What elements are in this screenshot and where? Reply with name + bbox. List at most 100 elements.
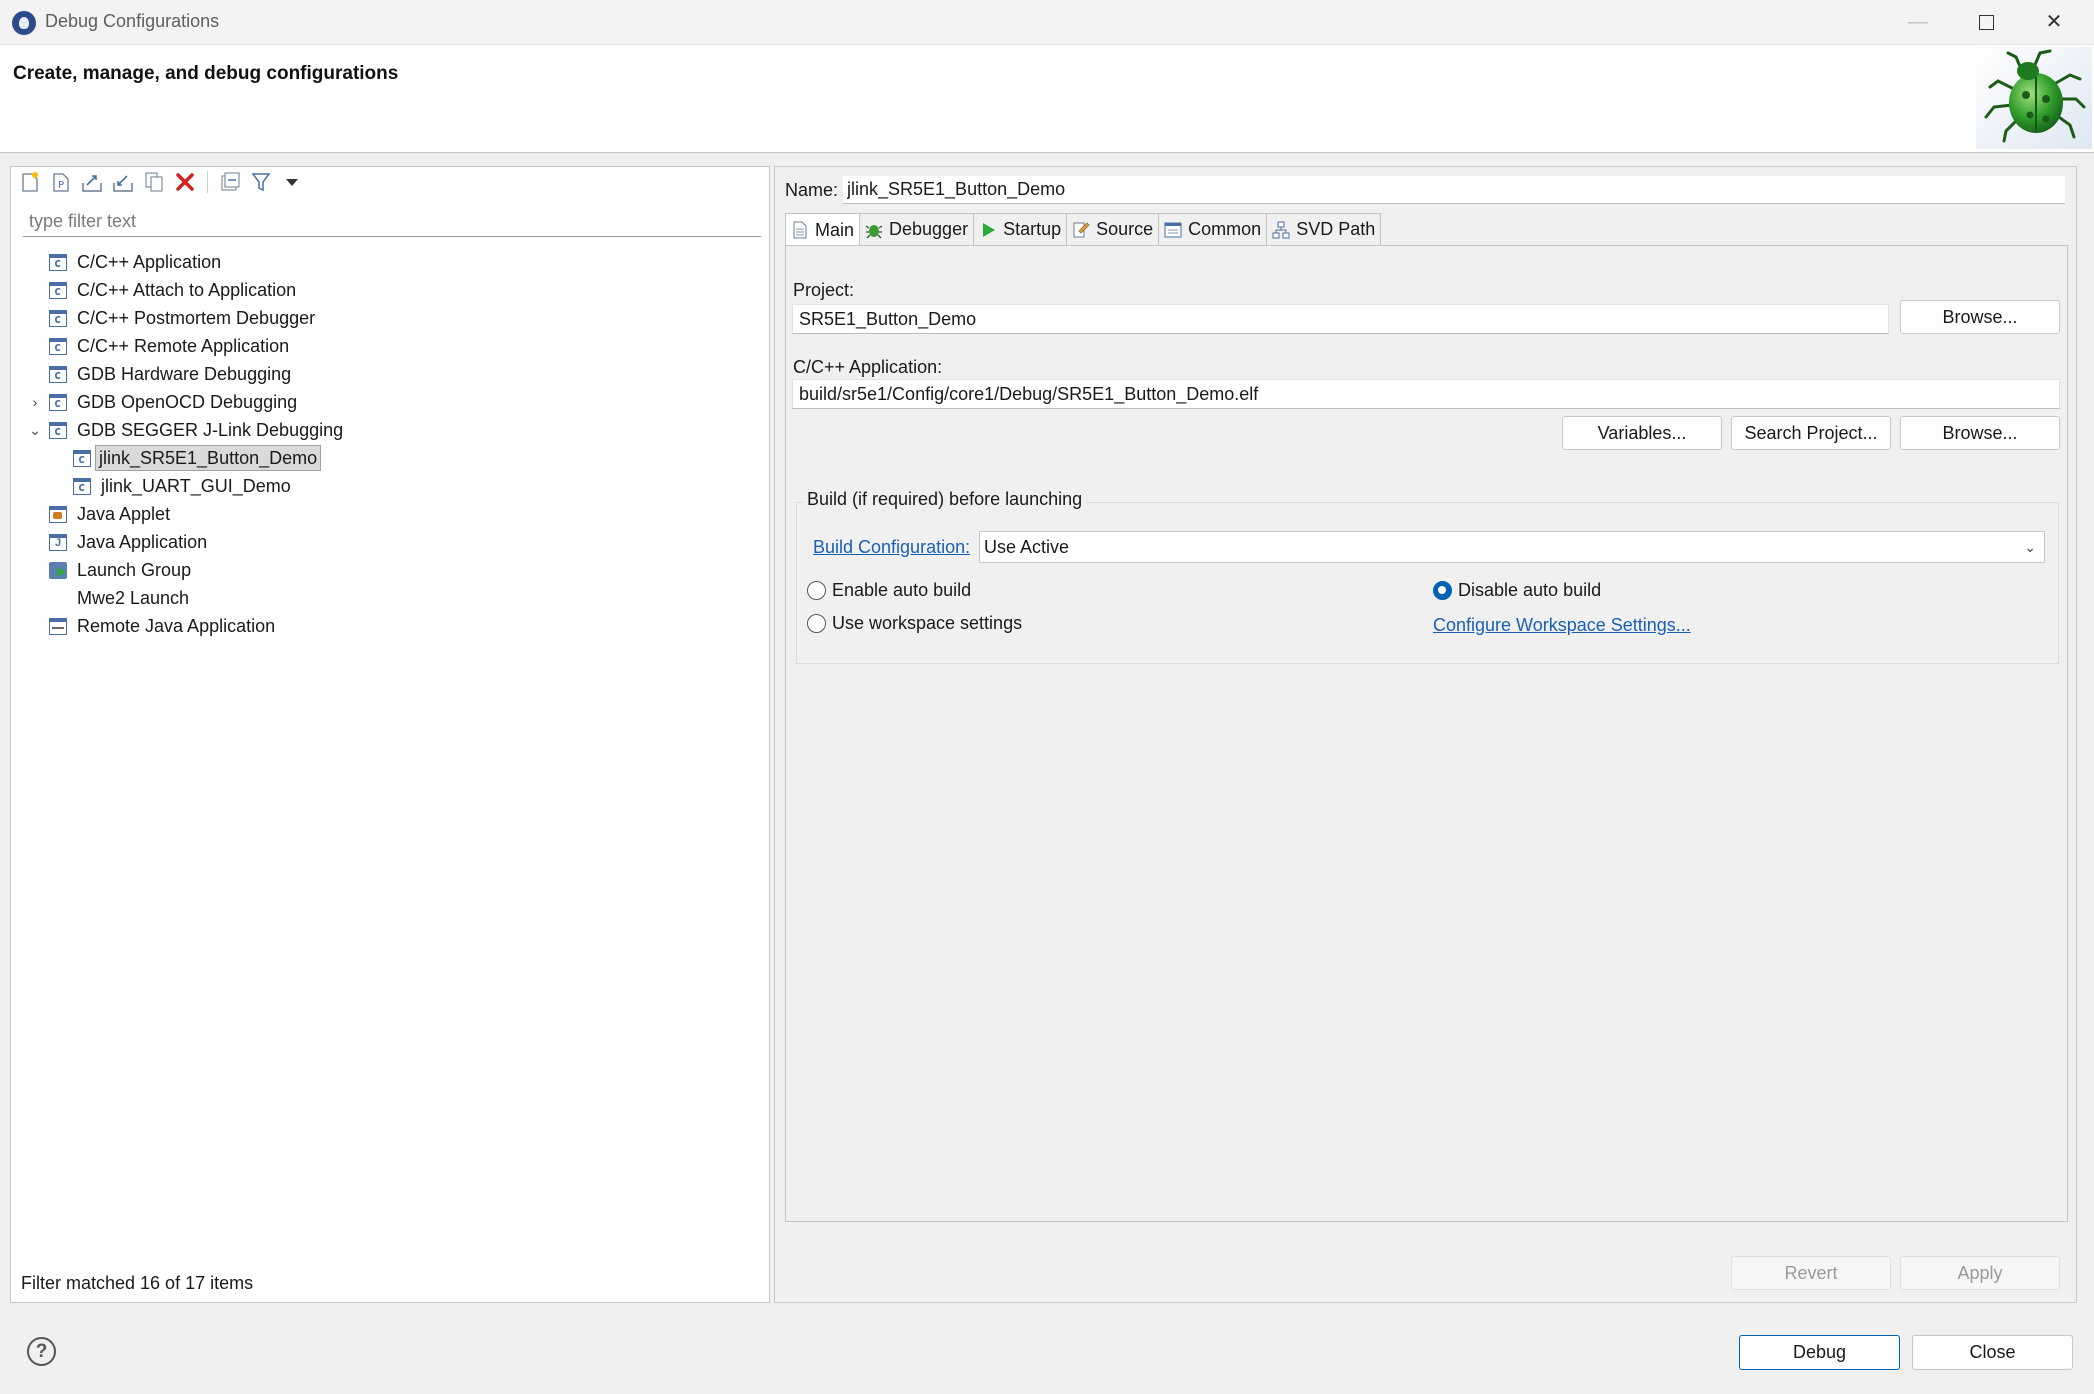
tree-item-label: GDB Hardware Debugging [77, 364, 292, 384]
export-button[interactable] [79, 169, 105, 195]
revert-button[interactable]: Revert [1731, 1256, 1891, 1290]
tree-item-label: jlink_UART_GUI_Demo [101, 476, 291, 496]
chevron-down-icon[interactable]: ⌄ [27, 416, 43, 444]
new-prototype-button[interactable]: P [48, 169, 74, 195]
radio-label: Use workspace settings [832, 613, 1023, 633]
project-label: Project: [793, 280, 855, 300]
help-button[interactable]: ? [27, 1337, 56, 1366]
tree-item-label: Java Applet [77, 504, 171, 524]
tab-common[interactable]: Common [1158, 213, 1268, 245]
banner-title: Create, manage, and debug configurations [13, 63, 399, 84]
name-label: Name: [785, 180, 839, 200]
maximize-button[interactable] [1952, 0, 2020, 45]
tree-item-gdb-hardware[interactable]: GDB Hardware Debugging [11, 360, 769, 388]
project-field[interactable]: SR5E1_Button_Demo [792, 304, 1889, 334]
tree-item-java-applet[interactable]: Java Applet [11, 500, 769, 528]
debugger-tab-icon [865, 224, 883, 238]
cpp-application-field[interactable]: build/sr5e1/Config/core1/Debug/SR5E1_But… [792, 379, 2060, 409]
configure-workspace-settings-link[interactable]: Configure Workspace Settings... [1433, 615, 1691, 636]
svd-path-tab-icon [1272, 221, 1290, 238]
tab-startup[interactable]: Startup [973, 213, 1068, 245]
tree-item-jlink-uart-gui-demo[interactable]: jlink_UART_GUI_Demo [11, 472, 769, 500]
source-tab-icon [1073, 221, 1090, 237]
dialog-banner: Create, manage, and debug configurations [0, 45, 2094, 153]
tree-item-cpp-attach[interactable]: C/C++ Attach to Application [11, 276, 769, 304]
tree-item-cpp-application[interactable]: C/C++ Application [11, 248, 769, 276]
java-applet-icon [49, 506, 67, 523]
radio-label: Enable auto build [832, 580, 972, 600]
tab-label: Common [1188, 219, 1262, 239]
view-menu-button[interactable] [279, 169, 305, 195]
tree-item-java-application[interactable]: Java Application [11, 528, 769, 556]
build-before-launch-group: Build (if required) before launching Bui… [796, 489, 2059, 664]
export-icon [82, 175, 102, 192]
use-workspace-settings-radio[interactable]: Use workspace settings [807, 613, 1022, 634]
tree-item-gdb-segger-jlink[interactable]: ⌄ GDB SEGGER J-Link Debugging [11, 416, 769, 444]
cpp-config-icon [49, 282, 67, 299]
debug-button[interactable]: Debug [1739, 1335, 1900, 1370]
enable-auto-build-radio[interactable]: Enable auto build [807, 580, 971, 601]
new-configuration-button[interactable] [17, 169, 43, 195]
tab-label: SVD Path [1296, 219, 1376, 239]
minimize-button[interactable]: — [1884, 0, 1952, 45]
duplicate-button[interactable] [141, 169, 167, 195]
window-title: Debug Configurations [45, 11, 220, 31]
tab-main[interactable]: Main [785, 213, 861, 246]
main-tab-panel: Project: SR5E1_Button_Demo Browse... C/C… [785, 245, 2068, 1222]
close-button[interactable]: Close [1912, 1335, 2073, 1370]
filter-status: Filter matched 16 of 17 items [21, 1273, 254, 1293]
browse-application-button[interactable]: Browse... [1900, 416, 2060, 450]
configuration-list-pane: P C/C++ Application [10, 166, 770, 1303]
tree-item-mwe2-launch[interactable]: Mwe2 Launch [11, 584, 769, 612]
cpp-config-icon [73, 478, 91, 495]
main-tab-icon [793, 221, 807, 239]
build-configuration-link[interactable]: Build Configuration: [813, 537, 970, 558]
radio-label: Disable auto build [1458, 580, 1602, 600]
java-application-icon [49, 534, 67, 551]
tree-item-launch-group[interactable]: Launch Group [11, 556, 769, 584]
tab-source[interactable]: Source [1066, 213, 1160, 245]
tree-item-gdb-openocd[interactable]: › GDB OpenOCD Debugging [11, 388, 769, 416]
duplicate-icon [145, 172, 163, 192]
filter-icon [251, 173, 271, 192]
tree-item-remote-java-application[interactable]: Remote Java Application [11, 612, 769, 640]
apply-button[interactable]: Apply [1900, 1256, 2060, 1290]
tree-item-cpp-postmortem[interactable]: C/C++ Postmortem Debugger [11, 304, 769, 332]
build-configuration-select[interactable]: Use Active ⌄ [979, 531, 2045, 563]
cpp-config-icon [49, 422, 67, 439]
tree-item-label: C/C++ Attach to Application [77, 280, 297, 300]
tab-label: Startup [1003, 219, 1062, 239]
chevron-right-icon[interactable]: › [27, 388, 43, 416]
collapse-all-button[interactable] [217, 169, 243, 195]
variables-button[interactable]: Variables... [1562, 416, 1722, 450]
disable-auto-build-radio[interactable]: Disable auto build [1433, 580, 1601, 601]
new-prototype-icon: P [53, 173, 69, 192]
tab-debugger[interactable]: Debugger [859, 213, 975, 245]
name-field[interactable] [843, 176, 2065, 204]
new-configuration-icon [22, 172, 38, 192]
cpp-config-icon [49, 254, 67, 271]
cpp-application-label: C/C++ Application: [793, 357, 943, 377]
tree-item-cpp-remote[interactable]: C/C++ Remote Application [11, 332, 769, 360]
import-icon [113, 175, 133, 192]
close-window-button[interactable]: ✕ [2020, 0, 2088, 45]
tree-item-jlink-sr5e1-button-demo[interactable]: jlink_SR5E1_Button_Demo [11, 444, 769, 472]
import-button[interactable] [110, 169, 136, 195]
radio-indicator [1433, 581, 1452, 600]
filter-button[interactable] [248, 169, 274, 195]
startup-tab-icon [983, 222, 996, 237]
cpp-config-icon [49, 310, 67, 327]
browse-project-button[interactable]: Browse... [1900, 300, 2060, 334]
configuration-editor-pane: Name: Main Debugger Startup Source Commo… [774, 166, 2077, 1303]
eclipse-app-icon [12, 11, 36, 35]
delete-button[interactable] [172, 169, 198, 195]
tab-svd-path[interactable]: SVD Path [1266, 213, 1382, 245]
tree-item-label: Remote Java Application [77, 616, 276, 636]
build-configuration-value: Use Active [984, 537, 1070, 557]
search-project-button[interactable]: Search Project... [1731, 416, 1891, 450]
chevron-down-icon: ⌄ [2024, 539, 2036, 555]
bug-icon [1976, 47, 2092, 149]
configuration-toolbar: P [17, 167, 305, 197]
tree-item-label: Mwe2 Launch [77, 588, 190, 608]
filter-input[interactable] [23, 207, 761, 237]
